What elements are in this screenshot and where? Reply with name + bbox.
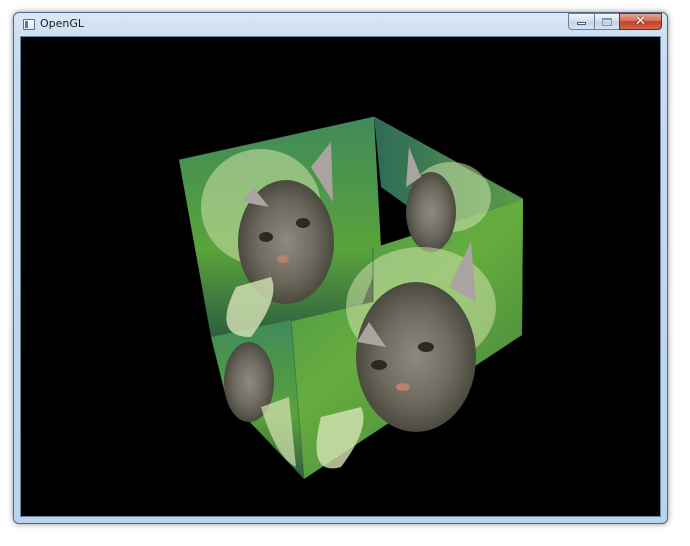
maximize-icon [602, 18, 612, 26]
minimize-icon [577, 22, 586, 25]
minimize-button[interactable] [568, 13, 594, 30]
caption-buttons: ✕ [568, 13, 662, 31]
title-bar[interactable]: OpenGL ✕ [14, 13, 667, 36]
maximize-button[interactable] [594, 13, 619, 30]
opengl-viewport[interactable] [20, 36, 661, 517]
app-window-icon[interactable] [23, 19, 35, 30]
close-icon: ✕ [635, 14, 646, 29]
window-title: OpenGL [40, 17, 85, 30]
cube-render [178, 116, 524, 480]
opengl-window: OpenGL ✕ [13, 12, 668, 524]
close-button[interactable]: ✕ [619, 13, 662, 30]
